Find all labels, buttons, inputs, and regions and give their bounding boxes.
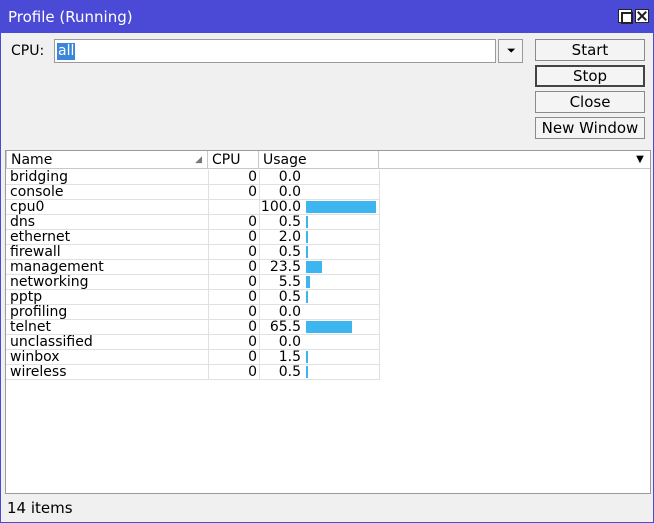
row-cpu: 0 [248, 320, 257, 334]
row-usage: 0.5 [278, 365, 301, 379]
window-title: Profile (Running) [8, 8, 133, 26]
row-cpu: 0 [248, 230, 257, 244]
row-usage: 23.5 [269, 260, 301, 274]
sort-icon: ◢ [195, 155, 202, 165]
table-row[interactable]: firewall 0 0.5 [6, 245, 379, 260]
dropdown-arrow-icon: ⏷ [507, 44, 516, 57]
table-row[interactable]: ethernet 0 2.0 [6, 230, 379, 245]
table-row[interactable]: console 0 0.0 [6, 185, 379, 200]
row-usage: 0.0 [278, 305, 301, 319]
row-usage: 65.5 [269, 320, 301, 334]
row-cpu: 0 [248, 215, 257, 229]
usage-bar [306, 201, 376, 213]
table-row[interactable]: pptp 0 0.5 [6, 290, 379, 305]
row-usage: 0.0 [278, 185, 301, 199]
table-row[interactable]: cpu0 100.0 [6, 200, 379, 215]
row-usage: 0.5 [278, 290, 301, 304]
column-header-cpu[interactable]: CPU [208, 151, 259, 169]
column-menu-icon[interactable]: ▼ [633, 151, 647, 169]
status-bar: 14 items [1, 496, 653, 522]
usage-bar [306, 261, 322, 273]
table-row[interactable]: profiling 0 0.0 [6, 305, 379, 320]
usage-bar [306, 351, 308, 363]
title-bar[interactable]: Profile (Running) [1, 1, 653, 33]
row-cpu: 0 [248, 350, 257, 364]
table-row[interactable]: winbox 0 1.5 [6, 350, 379, 365]
usage-bar [306, 366, 308, 378]
cpu-input[interactable]: all [54, 39, 496, 63]
row-name: winbox [10, 350, 60, 364]
usage-bar [306, 276, 310, 288]
row-usage: 1.5 [278, 350, 301, 364]
row-cpu: 0 [248, 260, 257, 274]
row-usage: 0.5 [278, 215, 301, 229]
profile-table: Name ◢ CPU Usage ▼ bridging 0 0.0 console 0 0… [5, 150, 651, 494]
usage-bar [306, 216, 308, 228]
cpu-dropdown-button[interactable]: ⏷ [498, 39, 523, 63]
row-cpu: 0 [248, 335, 257, 349]
table-row[interactable]: networking 0 5.5 [6, 275, 379, 290]
item-count: 14 items [7, 499, 73, 517]
restore-icon[interactable] [618, 9, 633, 24]
row-usage: 5.5 [278, 275, 301, 289]
row-name: wireless [10, 365, 67, 379]
close-icon[interactable] [635, 9, 649, 23]
row-cpu [208, 200, 257, 214]
table-row[interactable]: unclassified 0 0.0 [6, 335, 379, 350]
cpu-label: CPU: [11, 43, 45, 59]
row-cpu: 0 [248, 245, 257, 259]
row-cpu: 0 [248, 275, 257, 289]
table-row[interactable]: telnet 0 65.5 [6, 320, 379, 335]
row-usage: 2.0 [278, 230, 301, 244]
row-cpu: 0 [248, 170, 257, 184]
row-name: telnet [10, 320, 51, 334]
row-usage: 0.0 [278, 170, 301, 184]
row-name: profiling [10, 305, 68, 319]
row-cpu: 0 [248, 305, 257, 319]
stop-button[interactable]: Stop [535, 65, 645, 87]
table-row[interactable]: wireless 0 0.5 [6, 365, 379, 380]
row-usage: 100.0 [260, 200, 301, 214]
row-name: ethernet [10, 230, 71, 244]
row-name: firewall [10, 245, 61, 259]
row-name: networking [10, 275, 89, 289]
table-row[interactable]: dns 0 0.5 [6, 215, 379, 230]
table-row[interactable]: bridging 0 0.0 [6, 170, 379, 185]
row-cpu: 0 [248, 185, 257, 199]
usage-bar [306, 231, 308, 243]
row-name: pptp [10, 290, 43, 304]
column-header-usage[interactable]: Usage [259, 151, 379, 169]
table-row[interactable]: management 0 23.5 [6, 260, 379, 275]
column-header-name[interactable]: Name ◢ [6, 151, 208, 169]
table-header: Name ◢ CPU Usage ▼ [6, 151, 650, 169]
start-button[interactable]: Start [535, 39, 645, 61]
row-name: bridging [10, 170, 68, 184]
row-name: management [10, 260, 104, 274]
usage-bar [306, 291, 308, 303]
row-name: dns [10, 215, 36, 229]
row-cpu: 0 [248, 365, 257, 379]
usage-bar [306, 321, 352, 333]
profile-window: Profile (Running) CPU: all ⏷ Start Stop … [0, 0, 654, 523]
cpu-input-value: all [57, 43, 76, 60]
row-name: unclassified [10, 335, 93, 349]
row-usage: 0.0 [278, 335, 301, 349]
column-divider [379, 170, 380, 380]
usage-bar [306, 246, 308, 258]
close-button[interactable]: Close [535, 91, 645, 113]
row-name: console [10, 185, 64, 199]
row-usage: 0.5 [278, 245, 301, 259]
row-name: cpu0 [10, 200, 45, 214]
new-window-button[interactable]: New Window [535, 117, 645, 139]
row-cpu: 0 [248, 290, 257, 304]
